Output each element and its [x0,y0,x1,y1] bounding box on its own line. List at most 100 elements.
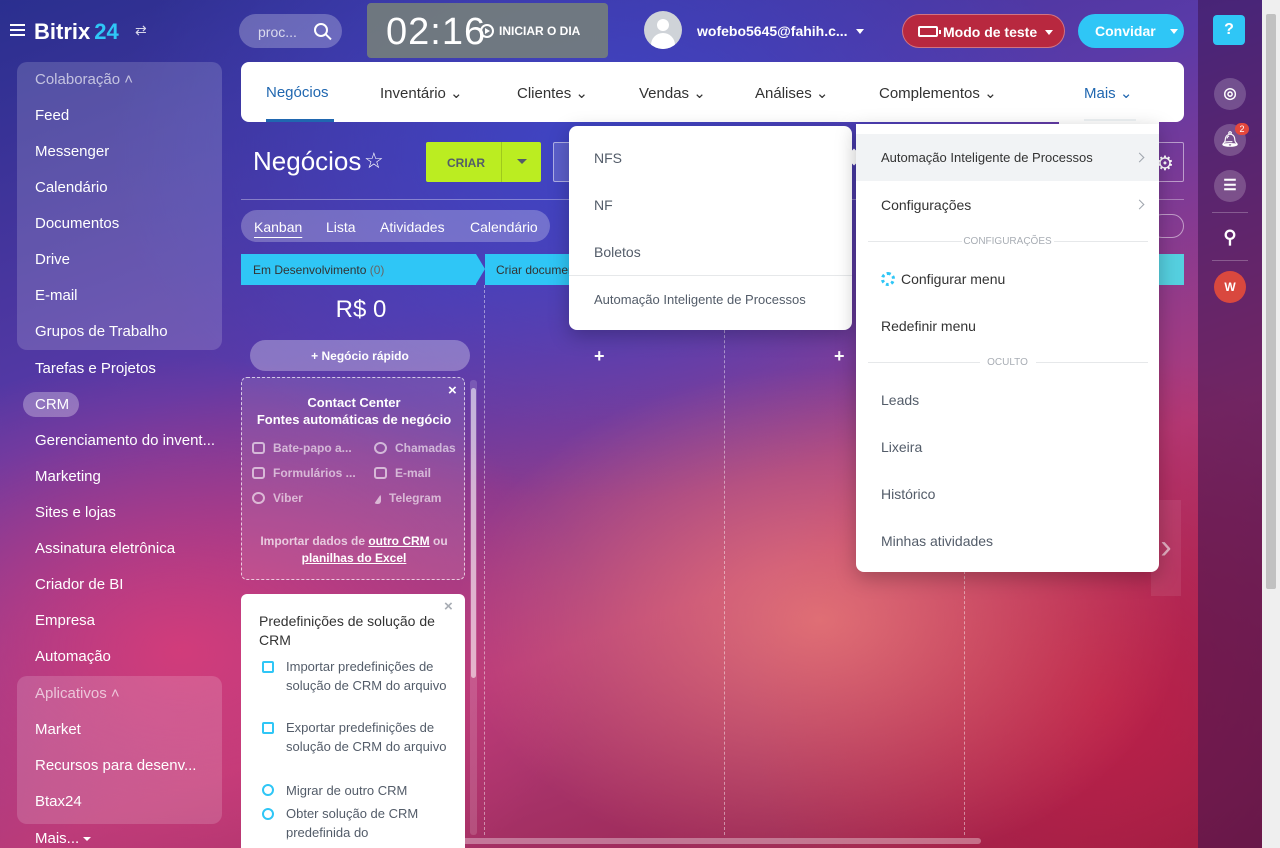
sidebar-item-tasks[interactable]: Tarefas e Projetos [35,360,156,377]
clock-time: 02:16 [386,11,487,53]
sidebar-item-feed[interactable]: Feed [35,107,69,124]
import-other-crm-link[interactable]: outro CRM [368,534,429,548]
tab-analytics[interactable]: Análises ⌄ [755,84,828,102]
menu-item-configure-menu[interactable]: Configurar menu [881,271,1005,287]
menu-item-process-automation[interactable]: Automação Inteligente de Processos [594,292,806,307]
sidebar-item-dev-resources[interactable]: Recursos para desenv... [35,757,196,774]
user-menu[interactable]: wofebo5645@fahih.c... [697,23,864,39]
help-button[interactable]: ? [1213,15,1245,45]
sidebar-item-more[interactable]: Mais... [35,830,92,847]
column-scrollbar[interactable] [470,380,477,835]
scrollbar-thumb[interactable] [1266,14,1276,589]
invite-button[interactable]: Convidar [1078,14,1184,48]
sidebar-item-documents[interactable]: Documentos [35,215,119,232]
scrollbar-thumb[interactable] [471,388,476,678]
menu-burger-icon[interactable] [10,24,25,36]
sidebar-group-title[interactable]: Aplicativos ˄ [35,685,120,702]
preset-import[interactable]: Importar predefinições de solução de CRM… [286,657,451,695]
mail-icon [374,467,387,479]
view-list[interactable]: Lista [326,219,356,235]
sidebar-item-messenger[interactable]: Messenger [35,143,109,160]
sidebar-item-workgroups[interactable]: Grupos de Trabalho [35,323,168,340]
active-tab-underline [266,119,334,122]
tab-deals[interactable]: Negócios [266,84,329,101]
tab-more-underline [1084,119,1136,121]
sidebar-item-email[interactable]: E-mail [35,287,78,304]
cc-item-calls[interactable]: Chamadas [374,441,456,455]
stage-header[interactable]: Criar documentos [485,254,575,285]
sidebar-item-crm[interactable]: CRM [35,396,69,413]
logo[interactable]: Bitrix 24 [34,19,119,45]
switch-portal-icon[interactable]: ⇄ [135,22,147,39]
stage-name: Criar documentos [496,263,575,277]
gear-icon [881,272,895,286]
sidebar-item-company[interactable]: Empresa [35,612,95,629]
menu-item-nf[interactable]: NF [594,197,613,213]
menu-item-trash[interactable]: Lixeira [881,439,922,455]
cc-item-chat[interactable]: Bate-papo a... [252,441,352,455]
copilot-icon[interactable]: ◎ [1214,78,1246,110]
page-scrollbar[interactable] [1262,0,1280,848]
sidebar-item-esignature[interactable]: Assinatura eletrônica [35,540,175,557]
menu-item-boletos[interactable]: Boletos [594,244,641,260]
tab-more[interactable]: Mais ⌄ [1084,84,1132,102]
menu-item-reset-menu[interactable]: Redefinir menu [881,318,976,334]
chat-icon[interactable]: ☰ [1214,170,1246,202]
cc-item-email[interactable]: E-mail [374,466,431,480]
workday-widget[interactable]: 02:16 INICIAR O DIA [367,3,608,58]
test-mode-button[interactable]: Modo de teste [902,14,1065,48]
sidebar-item-automation[interactable]: Automação [35,648,111,665]
view-calendar[interactable]: Calendário [470,219,538,235]
user-avatar-small[interactable]: W [1214,271,1246,303]
create-dropdown-button[interactable] [501,142,541,182]
sidebar-item-market[interactable]: Market [35,721,81,738]
menu-item-history[interactable]: Histórico [881,486,935,502]
add-deal-plus-icon[interactable]: + [594,346,605,367]
sidebar-item-marketing[interactable]: Marketing [35,468,101,485]
search-icon[interactable]: ⚲ [1214,221,1246,253]
test-mode-label: Modo de teste [943,24,1038,40]
cc-item-telegram[interactable]: Telegram [374,491,441,505]
tab-clients[interactable]: Clientes ⌄ [517,84,588,102]
import-excel-link[interactable]: planilhas do Excel [302,551,407,565]
preset-migrate[interactable]: Migrar de outro CRM [286,781,451,800]
stage-name: Em Desenvolvimento [253,263,367,277]
user-avatar[interactable] [644,11,682,49]
menu-item-my-activities[interactable]: Minhas atividades [881,533,993,549]
star-icon[interactable]: ☆ [364,148,384,174]
cc-item-forms[interactable]: Formulários ... [252,466,356,480]
tab-inventory[interactable]: Inventário ⌄ [380,84,463,102]
search-input[interactable]: proc... [239,14,342,48]
tab-sales[interactable]: Vendas ⌄ [639,84,706,102]
start-day-button[interactable]: INICIAR O DIA [480,24,580,38]
sidebar-group-title[interactable]: Colaboração ˄ [35,71,133,88]
add-deal-plus-icon[interactable]: + [834,346,845,367]
view-activities[interactable]: Atividades [380,219,445,235]
quick-deal-button[interactable]: + Negócio rápido [250,340,470,371]
chevron-down-icon [855,29,864,34]
sidebar-item-drive[interactable]: Drive [35,251,70,268]
sidebar-item-calendar[interactable]: Calendário [35,179,108,196]
tab-label: Mais [1084,85,1116,102]
tab-addons[interactable]: Complementos ⌄ [879,84,997,102]
sidebar-item-bi[interactable]: Criador de BI [35,576,123,593]
search-icon[interactable] [314,23,328,37]
preset-get[interactable]: Obter solução de CRM predefinida do [286,804,451,842]
stage-header[interactable]: Em Desenvolvimento (0) [241,254,485,285]
cc-item-viber[interactable]: Viber [252,491,303,505]
cc-item-label: Viber [273,491,303,505]
menu-item-nfs[interactable]: NFS [594,150,622,166]
kanban-horizontal-scrollbar[interactable] [241,838,981,844]
sidebar-item-inventory[interactable]: Gerenciamento do invent... [35,432,215,449]
view-kanban[interactable]: Kanban [254,219,302,235]
create-button[interactable]: CRIAR [426,142,541,182]
chevron-down-icon: ⌄ [450,85,463,102]
menu-item-process-automation[interactable]: Automação Inteligente de Processos [881,150,1093,165]
menu-item-leads[interactable]: Leads [881,392,919,408]
phone-icon [374,442,387,454]
plus-icon: + [311,349,322,363]
menu-item-settings[interactable]: Configurações [881,197,971,213]
sidebar-item-sites[interactable]: Sites e lojas [35,504,116,521]
sidebar-item-btax24[interactable]: Btax24 [35,793,82,810]
preset-export[interactable]: Exportar predefinições de solução de CRM… [286,718,451,756]
